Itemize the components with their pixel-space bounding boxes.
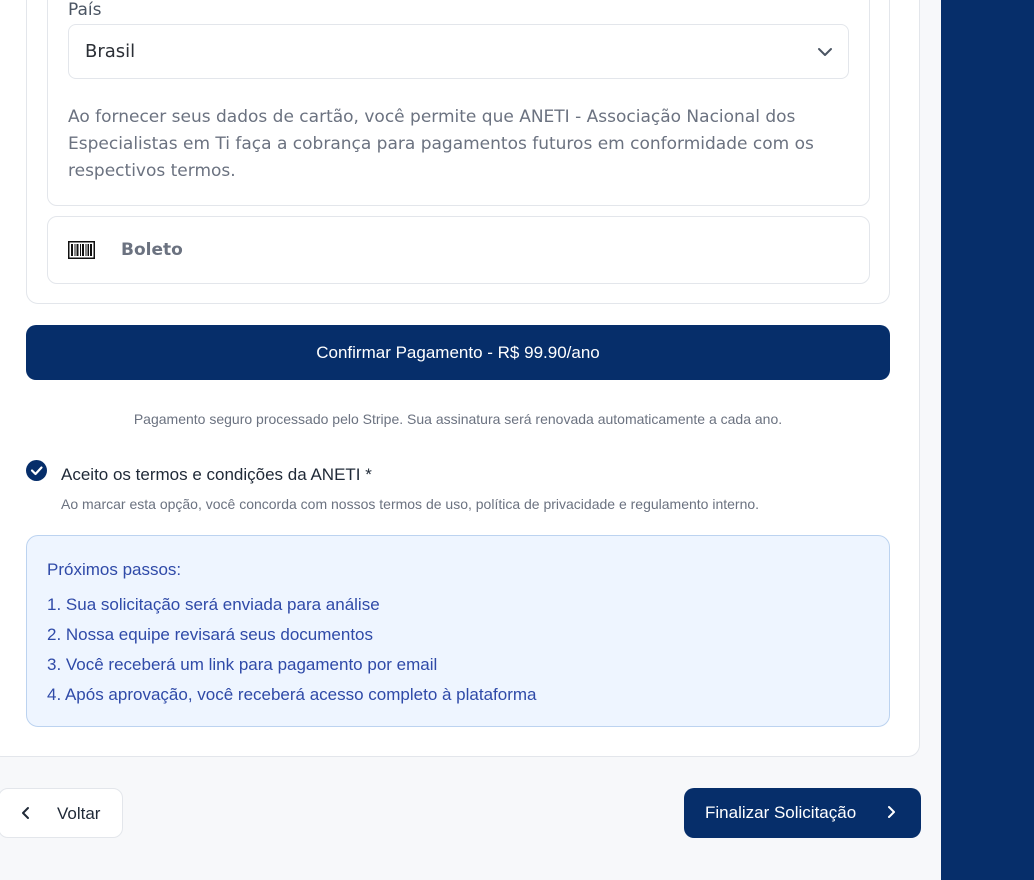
back-button-label: Voltar: [57, 804, 101, 823]
side-panel: [941, 0, 1034, 880]
next-step-item: 2. Nossa equipe revisará seus documentos: [47, 625, 374, 644]
next-step-item: 1. Sua solicitação será enviada para aná…: [47, 595, 380, 614]
boleto-label: Boleto: [121, 240, 183, 260]
boleto-payment-option[interactable]: Boleto: [47, 216, 870, 284]
finish-button-label: Finalizar Solicitação: [705, 803, 857, 822]
terms-description: Ao marcar esta opção, você concorda com …: [61, 496, 760, 512]
next-step-item: 4. Após aprovação, você receberá acesso …: [47, 685, 537, 704]
back-button[interactable]: Voltar: [0, 788, 123, 838]
secure-payment-note: Pagamento seguro processado pelo Stripe.…: [133, 411, 783, 427]
country-select-value: Brasil: [85, 41, 136, 62]
next-steps-box: Próximos passos: 1. Sua solicitação será…: [26, 535, 890, 727]
chevron-left-icon: [22, 807, 29, 819]
country-label: País: [68, 0, 102, 20]
card-mandate-text: Ao fornecer seus dados de cartão, você p…: [68, 107, 814, 181]
barcode-icon: [68, 241, 95, 259]
confirm-payment-button[interactable]: Confirmar Pagamento - R$ 99.90/ano: [26, 325, 890, 380]
next-steps-title: Próximos passos:: [47, 560, 182, 579]
next-step-item: 3. Você receberá um link para pagamento …: [47, 655, 438, 674]
country-select[interactable]: Brasil: [68, 24, 849, 79]
chevron-right-icon: [888, 806, 895, 818]
chevron-down-icon: [818, 48, 832, 56]
checkmark-icon: [30, 466, 43, 476]
terms-label[interactable]: Aceito os termos e condições da ANETI *: [61, 465, 372, 485]
finish-request-button[interactable]: Finalizar Solicitação: [684, 788, 921, 838]
terms-checkbox[interactable]: [26, 460, 47, 481]
